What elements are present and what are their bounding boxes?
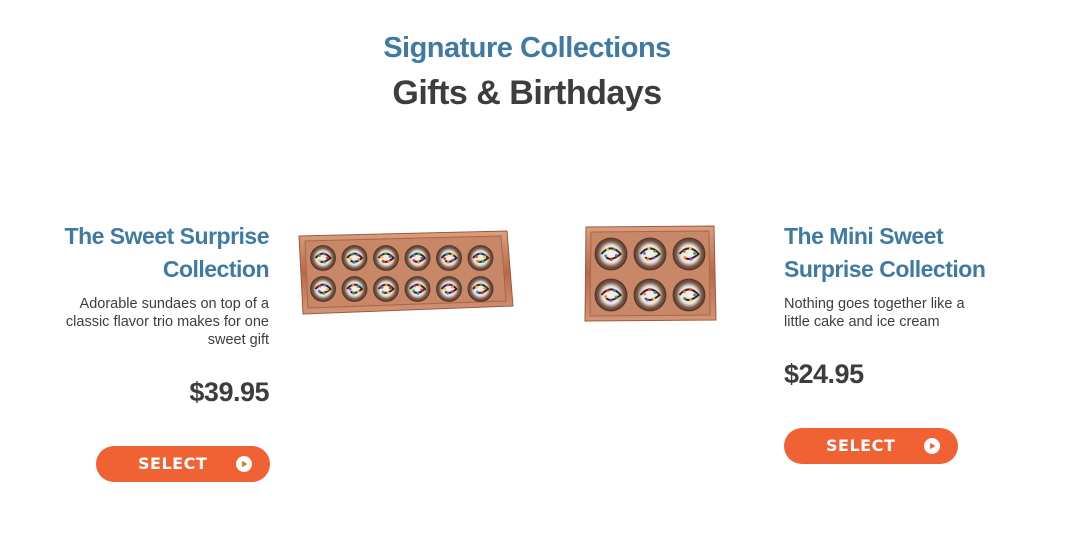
play-circle-icon bbox=[924, 438, 940, 454]
play-circle-icon bbox=[236, 456, 252, 472]
product-price: $24.95 bbox=[784, 359, 864, 389]
product-name-line: Collection bbox=[162, 256, 270, 282]
page-header: Signature Collections Gifts & Birthdays bbox=[0, 28, 1054, 118]
product-info: The Mini Sweet Surprise Collection Nothi… bbox=[784, 220, 1044, 331]
product-name-line: The Sweet Surprise bbox=[64, 223, 270, 249]
product-name-line: The Mini Sweet bbox=[784, 223, 944, 249]
description-line: classic flavor trio makes for one bbox=[65, 314, 269, 330]
select-button-label: SELECT bbox=[826, 436, 896, 455]
product-name[interactable]: The Mini Sweet Surprise Collection bbox=[784, 220, 1044, 286]
product-description: Adorable sundaes on top of a classic fla… bbox=[9, 295, 269, 349]
product-image-mini-sweet-surprise[interactable] bbox=[583, 224, 717, 324]
product-name[interactable]: The Sweet Surprise Collection bbox=[9, 220, 270, 286]
description-line: sweet gift bbox=[207, 332, 269, 348]
description-line: Nothing goes together like a bbox=[784, 296, 965, 312]
select-button-label: SELECT bbox=[138, 454, 208, 473]
product-name-line: Surprise Collection bbox=[784, 256, 986, 282]
product-price: $39.95 bbox=[189, 377, 269, 407]
product-info: The Sweet Surprise Collection Adorable s… bbox=[9, 220, 270, 349]
page-title: Gifts & Birthdays bbox=[392, 74, 662, 112]
section-eyebrow: Signature Collections bbox=[383, 32, 671, 64]
description-line: little cake and ice cream bbox=[784, 314, 940, 330]
product-image-sweet-surprise[interactable] bbox=[293, 228, 515, 318]
product-description: Nothing goes together like a little cake… bbox=[784, 295, 1044, 331]
select-button[interactable]: SELECT bbox=[96, 446, 270, 482]
select-button[interactable]: SELECT bbox=[784, 428, 958, 464]
description-line: Adorable sundaes on top of a bbox=[79, 296, 269, 312]
